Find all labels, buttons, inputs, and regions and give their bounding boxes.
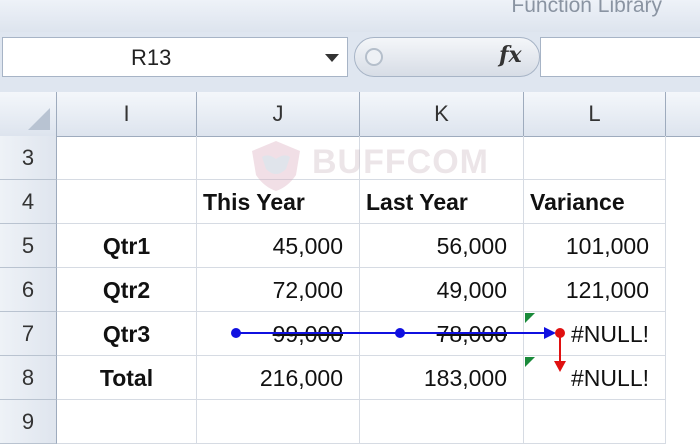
cell-j6[interactable]: 72,000 bbox=[197, 268, 360, 312]
cell-j7[interactable]: 99,000 bbox=[197, 312, 360, 356]
cell-i6[interactable]: Qtr2 bbox=[57, 268, 197, 312]
cell-k4[interactable]: Last Year bbox=[360, 180, 524, 224]
select-all-corner[interactable] bbox=[0, 92, 57, 136]
cell-i7[interactable]: Qtr3 bbox=[57, 312, 197, 356]
function-library-group-label: Function Library bbox=[511, 0, 662, 17]
cell-i9[interactable] bbox=[57, 400, 197, 444]
column-headers: I J K L bbox=[0, 92, 700, 137]
formula-bar: R13 fx bbox=[0, 32, 700, 93]
cell-j9[interactable] bbox=[197, 400, 360, 444]
column-header-j[interactable]: J bbox=[197, 92, 360, 136]
cell-l9[interactable] bbox=[524, 400, 666, 444]
cell-l6[interactable]: 121,000 bbox=[524, 268, 666, 312]
cell-l8[interactable]: #NULL! bbox=[524, 356, 666, 400]
name-box-value: R13 bbox=[131, 45, 172, 70]
cell-k5[interactable]: 56,000 bbox=[360, 224, 524, 268]
error-flag-icon-l7[interactable] bbox=[525, 313, 535, 323]
cell-k6[interactable]: 49,000 bbox=[360, 268, 524, 312]
cell-j3[interactable] bbox=[197, 136, 360, 180]
column-header-i[interactable]: I bbox=[57, 92, 197, 136]
cell-i4[interactable] bbox=[57, 180, 197, 224]
formula-controls: fx bbox=[354, 37, 540, 77]
name-box[interactable]: R13 bbox=[2, 37, 348, 77]
row-header-9[interactable]: 9 bbox=[0, 400, 57, 444]
cell-l5[interactable]: 101,000 bbox=[524, 224, 666, 268]
cell-j8[interactable]: 216,000 bbox=[197, 356, 360, 400]
cell-j5[interactable]: 45,000 bbox=[197, 224, 360, 268]
formula-input[interactable] bbox=[540, 37, 700, 77]
row-header-7[interactable]: 7 bbox=[0, 312, 57, 356]
chevron-down-icon[interactable] bbox=[325, 54, 339, 62]
insert-function-icon[interactable]: fx bbox=[499, 42, 522, 68]
cell-j4[interactable]: This Year bbox=[197, 180, 360, 224]
expand-handle-icon[interactable] bbox=[365, 48, 383, 66]
cell-k8[interactable]: 183,000 bbox=[360, 356, 524, 400]
cell-k9[interactable] bbox=[360, 400, 524, 444]
row-header-6[interactable]: 6 bbox=[0, 268, 57, 312]
ribbon-strip: Function Library bbox=[0, 0, 700, 33]
column-header-k[interactable]: K bbox=[360, 92, 524, 136]
row-header-4[interactable]: 4 bbox=[0, 180, 57, 224]
cell-k7[interactable]: 78,000 bbox=[360, 312, 524, 356]
select-all-icon bbox=[28, 108, 50, 130]
cell-i8[interactable]: Total bbox=[57, 356, 197, 400]
error-flag-icon-l8[interactable] bbox=[525, 357, 535, 367]
cell-i5[interactable]: Qtr1 bbox=[57, 224, 197, 268]
row-header-8[interactable]: 8 bbox=[0, 356, 57, 400]
row-header-3[interactable]: 3 bbox=[0, 136, 57, 180]
row-header-5[interactable]: 5 bbox=[0, 224, 57, 268]
cell-l7[interactable]: #NULL! bbox=[524, 312, 666, 356]
column-header-l[interactable]: L bbox=[524, 92, 666, 136]
cell-l4[interactable]: Variance bbox=[524, 180, 666, 224]
cell-k3[interactable] bbox=[360, 136, 524, 180]
cell-l3[interactable] bbox=[524, 136, 666, 180]
cell-i3[interactable] bbox=[57, 136, 197, 180]
